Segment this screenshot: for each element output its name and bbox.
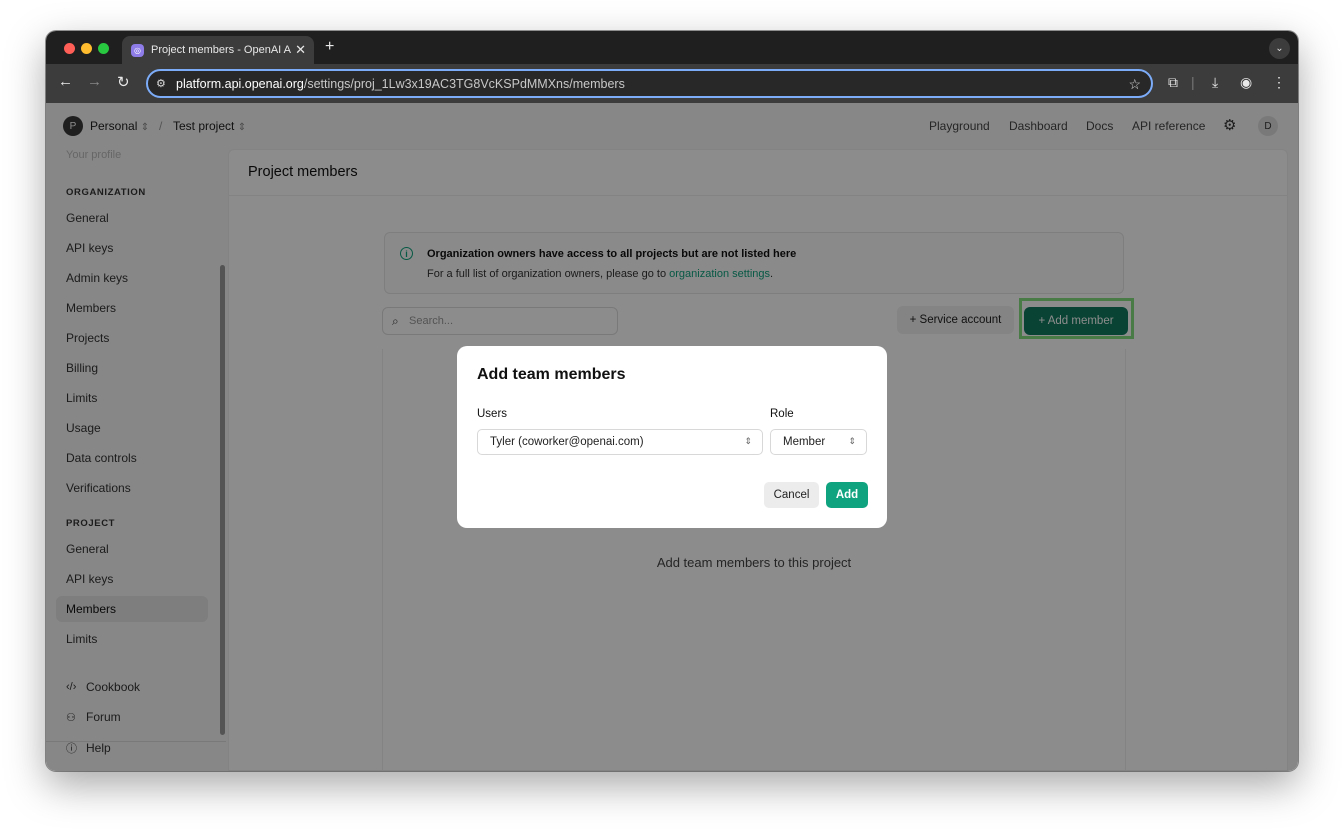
role-select-value: Member: [783, 436, 826, 448]
site-settings-icon[interactable]: ⚙: [156, 77, 166, 90]
back-arrow-icon[interactable]: ←: [58, 73, 73, 90]
toolbar-divider: |: [1191, 74, 1195, 90]
browser-window: ◎ Project members - OpenAI API ✕ + ⌄ ← →…: [46, 31, 1298, 771]
forward-arrow-icon[interactable]: →: [87, 73, 102, 90]
tab-close-icon[interactable]: ✕: [295, 42, 306, 58]
close-window-icon[interactable]: [64, 43, 75, 54]
add-team-members-dialog: Add team members Users Tyler (coworker@o…: [457, 346, 887, 528]
browser-tab[interactable]: ◎ Project members - OpenAI API ✕: [122, 36, 314, 64]
more-menu-icon[interactable]: ⋮: [1272, 74, 1286, 91]
minimize-window-icon[interactable]: [81, 43, 92, 54]
users-label: Users: [477, 408, 508, 420]
address-bar[interactable]: ⚙ platform.api.openai.org/settings/proj_…: [146, 69, 1153, 98]
bookmark-star-icon[interactable]: ☆: [1128, 76, 1141, 93]
role-select-chevron-icon: ⇕: [848, 436, 856, 446]
reload-icon[interactable]: ↻: [117, 73, 130, 91]
openai-favicon-icon: ◎: [131, 43, 144, 57]
users-select[interactable]: Tyler (coworker@openai.com) ⇕: [477, 429, 763, 455]
url-host: platform.api.openai.org: [176, 76, 304, 91]
extensions-icon[interactable]: ⧉: [1168, 74, 1178, 91]
users-select-chevron-icon: ⇕: [744, 436, 752, 446]
role-select[interactable]: Member ⇕: [770, 429, 867, 455]
tab-bar: ◎ Project members - OpenAI API ✕ + ⌄: [46, 31, 1298, 64]
maximize-window-icon[interactable]: [98, 43, 109, 54]
url-path: /settings/proj_1Lw3x19AC3TG8VcKSPdMMXns/…: [303, 76, 625, 91]
tab-title: Project members - OpenAI API: [151, 44, 291, 56]
profile-icon[interactable]: ◉: [1240, 74, 1252, 91]
role-label: Role: [770, 408, 794, 420]
new-tab-button[interactable]: +: [325, 38, 334, 56]
download-icon[interactable]: ⤓: [1212, 74, 1218, 91]
dialog-title: Add team members: [477, 366, 626, 383]
add-button[interactable]: Add: [826, 482, 868, 508]
browser-toolbar: ← → ↻ ⚙ platform.api.openai.org/settings…: [46, 64, 1298, 103]
tab-search-chevron-icon[interactable]: ⌄: [1269, 38, 1290, 59]
users-select-value: Tyler (coworker@openai.com): [490, 436, 644, 448]
cancel-button[interactable]: Cancel: [764, 482, 819, 508]
